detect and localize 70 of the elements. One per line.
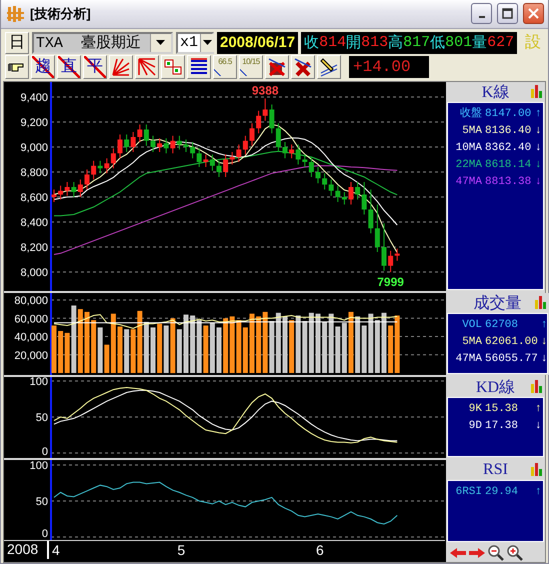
reading-label: 22MA xyxy=(454,158,482,173)
reading-value: 8813.38 xyxy=(485,175,532,190)
axis-label: 50 xyxy=(36,496,48,508)
reading-value: 62061.00 xyxy=(485,335,538,350)
axis-label: 9,000 xyxy=(20,142,48,154)
reading-label: 5MA xyxy=(461,124,482,139)
date-display: 2008/06/17 xyxy=(216,32,298,54)
reading-label: 收盤 xyxy=(459,106,482,122)
reading-label: 10MA xyxy=(454,141,482,156)
axis-label: 0 xyxy=(42,528,48,540)
trend-arrow: ↓ xyxy=(535,175,543,190)
axis-label: 8,400 xyxy=(20,217,48,229)
axis-label: 50 xyxy=(36,412,48,424)
low-price-label: 7999 xyxy=(377,275,404,290)
quote-display: 收814開813高817低801量627 xyxy=(301,32,518,54)
reading-value: 56055.77 xyxy=(485,352,538,367)
panel-title: K線 xyxy=(482,82,510,102)
high-price-label: 9388 xyxy=(252,84,279,98)
axis-label: 0 xyxy=(42,446,48,458)
trend-arrow: ↑ xyxy=(535,485,543,500)
tool-button[interactable]: 10/15 xyxy=(239,54,263,79)
reading-label: 47MA xyxy=(454,175,482,190)
reading-label: 5MA xyxy=(461,335,482,350)
axis-label: 100 xyxy=(30,377,48,388)
tool-button[interactable]: 66.5 xyxy=(213,54,237,79)
month-label: 6 xyxy=(316,542,324,558)
trend-arrow: ↓ xyxy=(535,158,543,173)
month-label: 4 xyxy=(52,542,60,558)
reading-label: 9D xyxy=(468,419,482,434)
axis-label: 8,200 xyxy=(20,242,48,254)
axis-label: 20,000 xyxy=(14,350,48,362)
trend-arrow: ↓ xyxy=(535,141,543,156)
axis-label: 80,000 xyxy=(14,295,48,307)
symbol-dropdown[interactable]: TXA 臺股期近 xyxy=(32,32,173,54)
trend-arrow: ↑ xyxy=(535,107,543,122)
reading-label: 6RSI xyxy=(454,485,482,500)
reading-value: 62708 xyxy=(485,318,520,333)
change-display: +14.00 xyxy=(349,56,429,78)
reading-label: 47MA xyxy=(454,352,482,367)
trend-arrow: ↓ xyxy=(540,335,548,350)
reading-label: 9K xyxy=(468,402,482,417)
axis-label: 40,000 xyxy=(14,332,48,344)
reading-label: VOL xyxy=(461,318,482,333)
axis-label: 8,000 xyxy=(20,267,48,279)
trend-arrow: ↑ xyxy=(540,318,548,333)
panel-title: RSI xyxy=(483,461,508,479)
axis-label: 8,800 xyxy=(20,167,48,179)
reading-value: 8362.40 xyxy=(485,141,532,156)
reading-value: 15.38 xyxy=(485,402,520,417)
reading-value: 29.94 xyxy=(485,485,520,500)
axis-label: 9,400 xyxy=(20,92,48,104)
reading-value: 8147.00 xyxy=(485,107,532,122)
axis-label: 8,600 xyxy=(20,192,48,204)
multiplier-dropdown[interactable]: x1 xyxy=(176,32,214,54)
panel-title: KD線 xyxy=(476,378,516,398)
year-label: 2008 xyxy=(4,541,49,559)
period-button[interactable]: 日 xyxy=(5,32,29,54)
trend-arrow: ↓ xyxy=(535,124,543,139)
trend-arrow: ↓ xyxy=(535,419,543,434)
month-label: 5 xyxy=(177,542,186,558)
reading-value: 8618.14 xyxy=(485,158,532,173)
axis-label: 9,200 xyxy=(20,117,48,129)
axis-label: 100 xyxy=(30,460,48,472)
trend-arrow: ↓ xyxy=(540,352,548,367)
trend-arrow: ↑ xyxy=(535,402,543,417)
window-title: [技術分析] xyxy=(30,4,92,23)
reading-value: 8136.40 xyxy=(485,124,532,139)
panel-title: 成交量 xyxy=(474,294,522,314)
axis-label: 60,000 xyxy=(14,313,48,326)
reading-value: 17.38 xyxy=(485,419,520,434)
